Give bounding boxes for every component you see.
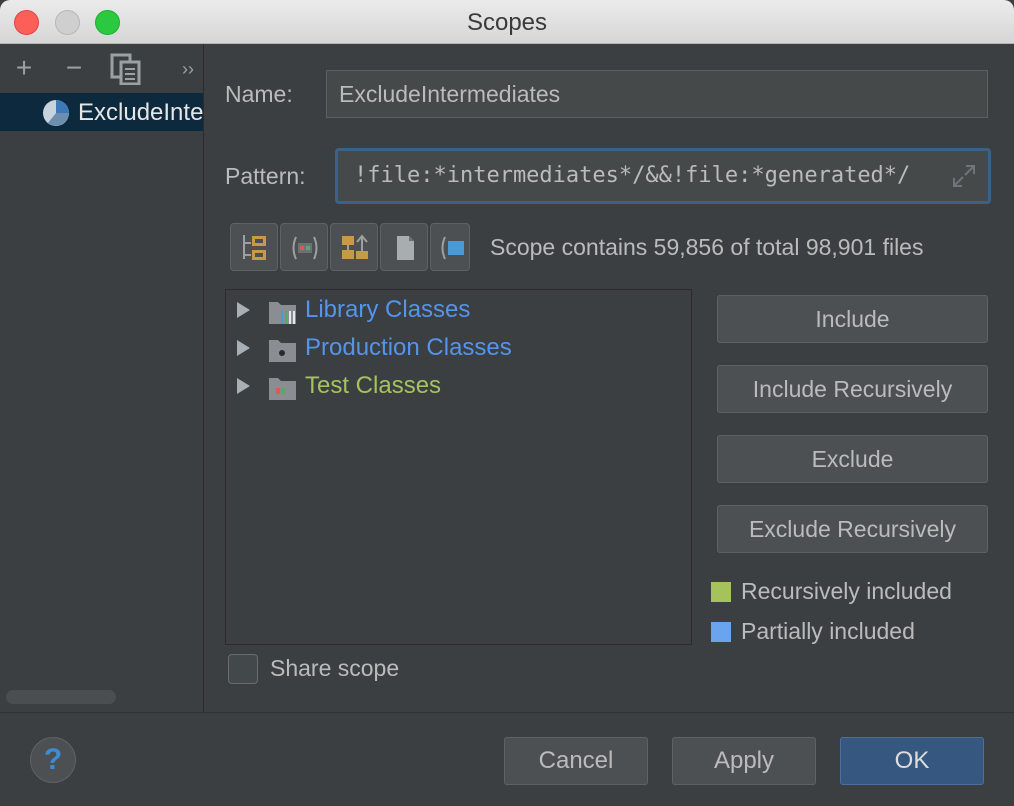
title-bar: Scopes: [0, 0, 1014, 44]
include-button[interactable]: Include: [717, 295, 988, 343]
name-label: Name:: [225, 81, 293, 107]
scope-list-item-label: ExcludeIntermediates: [78, 99, 203, 126]
expand-pattern-button[interactable]: [950, 162, 978, 195]
legend-label: Partially included: [741, 618, 915, 644]
pattern-field[interactable]: !file:*intermediates*/&&!file:*generated…: [335, 148, 991, 204]
tree-item-label: Test Classes: [305, 372, 442, 399]
tree-item-test-classes[interactable]: Test Classes: [226, 368, 691, 404]
pattern-label: Pattern:: [225, 163, 306, 189]
share-scope-checkbox[interactable]: [228, 654, 258, 684]
sidebar-horizontal-scrollbar[interactable]: [6, 690, 116, 704]
include-recursively-button[interactable]: Include Recursively: [717, 365, 988, 413]
tree-item-label: Library Classes: [305, 296, 471, 323]
expand-arrow-icon[interactable]: [234, 377, 252, 395]
expand-icon: [953, 165, 975, 187]
exclude-recursively-button[interactable]: Exclude Recursively: [717, 505, 988, 553]
legend-swatch: [711, 582, 731, 602]
share-scope-label[interactable]: Share scope: [270, 655, 399, 682]
expand-arrow-icon[interactable]: [234, 301, 252, 319]
project-files-icon: [441, 236, 464, 260]
scope-pie-icon: [43, 100, 69, 126]
remove-scope-button[interactable]: −: [60, 54, 88, 82]
scope-stats-text: Scope contains 59,856 of total 98,901 fi…: [490, 234, 924, 260]
footer-divider: [0, 712, 1014, 713]
cancel-button[interactable]: Cancel: [504, 737, 648, 785]
module-group-icon: [292, 236, 318, 260]
copy-icon: [110, 53, 141, 86]
legend-label: Recursively included: [741, 578, 952, 604]
name-field[interactable]: ExcludeIntermediates: [326, 70, 988, 118]
scopes-sidebar: [0, 44, 204, 712]
tree-item-label: Production Classes: [305, 334, 512, 361]
scope-list-item[interactable]: ExcludeIntermediates: [0, 93, 203, 131]
flatten-packages-icon: [342, 234, 368, 259]
file-icon: [397, 236, 414, 260]
help-button[interactable]: ?: [30, 737, 76, 783]
expand-arrow-icon[interactable]: [234, 339, 252, 357]
source-folder-icon: [269, 340, 296, 362]
filter-button[interactable]: [430, 223, 470, 271]
more-actions-button[interactable]: ››: [176, 55, 200, 83]
group-by-module-button[interactable]: [230, 223, 278, 271]
flatten-packages-button[interactable]: [330, 223, 378, 271]
legend-swatch: [711, 622, 731, 642]
library-folder-icon: [269, 302, 296, 324]
window-title: Scopes: [466, 9, 548, 36]
tree-item-production-classes[interactable]: Production Classes: [226, 330, 691, 366]
tree-item-library-classes[interactable]: Library Classes: [226, 292, 691, 328]
add-scope-button[interactable]: +: [10, 54, 38, 82]
test-folder-icon: [269, 378, 296, 400]
module-tree-icon: [243, 235, 266, 260]
copy-scope-button[interactable]: [110, 53, 142, 90]
show-files-button[interactable]: [380, 223, 428, 271]
exclude-button[interactable]: Exclude: [717, 435, 988, 483]
ok-button[interactable]: OK: [840, 737, 984, 785]
scope-tree[interactable]: Library Classes Production Classes Test …: [225, 289, 692, 645]
show-modules-button[interactable]: [280, 223, 328, 271]
apply-button[interactable]: Apply: [672, 737, 816, 785]
